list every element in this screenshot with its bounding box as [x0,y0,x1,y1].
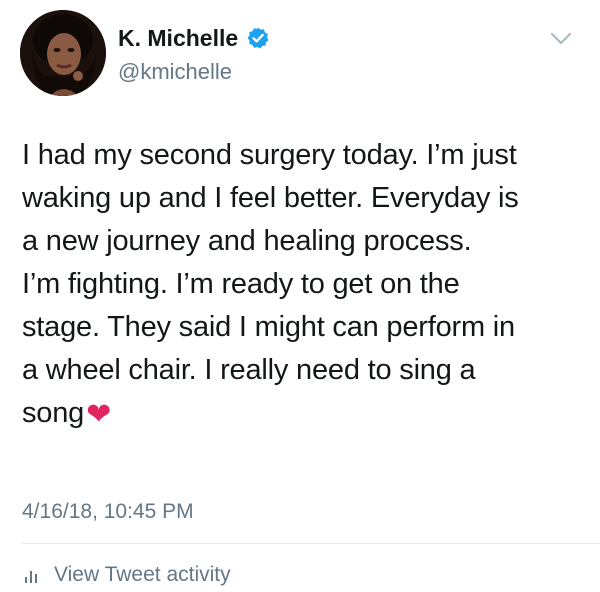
verified-badge-icon [246,26,270,50]
tweet-text-word: song [22,397,85,429]
tweet-text-line: I’m fighting. I’m ready to get on the [22,268,460,300]
chevron-down-icon[interactable] [549,30,573,48]
tweet-text: I had my second surgery today. I’m just … [22,134,582,436]
user-handle[interactable]: @kmichelle [118,58,232,86]
tweet-card: K. Michelle @kmichelle I had my second s… [0,0,600,588]
tweet-text-line: a new journey and healing process. [22,225,472,257]
tweet-text-line: waking up and I feel better. Everyday is [22,182,519,214]
red-heart-emoji-icon: ❤ [86,398,112,431]
divider [22,543,600,544]
profile-avatar[interactable] [20,10,106,96]
tweet-text-line: stage. They said I might can perform in [22,311,515,343]
bar-chart-icon [22,565,42,585]
tweet-text-line: I had my second surgery today. I’m just [22,139,517,171]
tweet-timestamp[interactable]: 4/16/18, 10:45 PM [22,498,194,526]
name-row: K. Michelle [118,24,270,52]
avatar-image [20,10,106,96]
view-tweet-activity-link[interactable]: View Tweet activity [22,562,231,588]
tweet-text-last-line: song❤ [22,392,582,436]
display-name[interactable]: K. Michelle [118,24,238,52]
view-tweet-activity-label: View Tweet activity [54,563,231,586]
tweet-text-line: a wheel chair. I really need to sing a [22,354,476,386]
